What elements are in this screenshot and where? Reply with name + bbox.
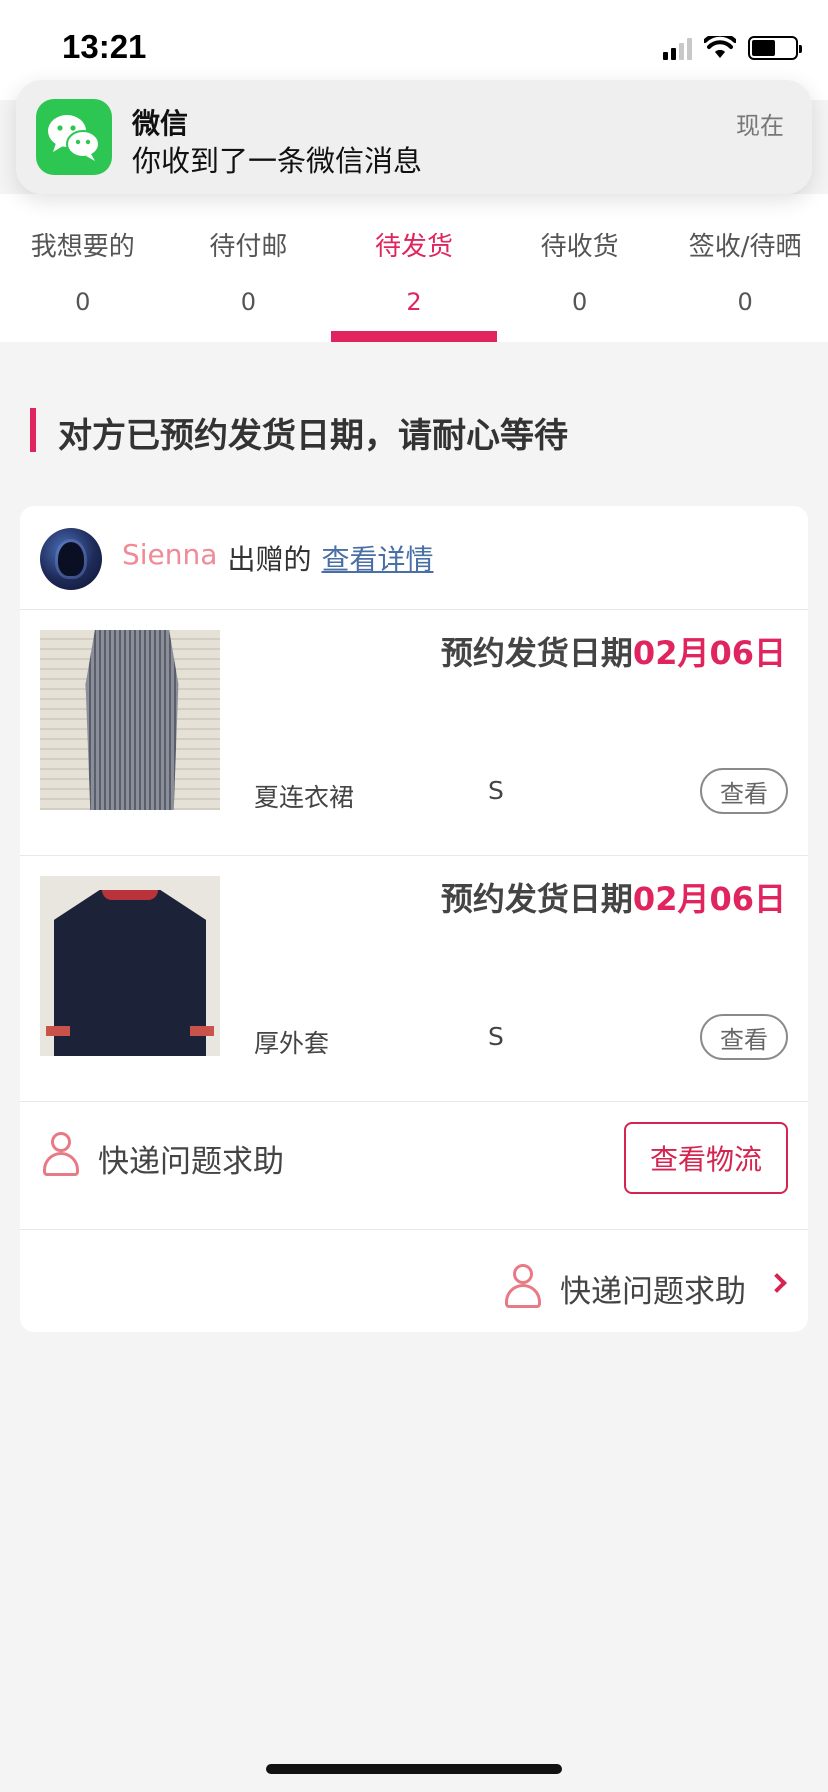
home-indicator bbox=[266, 1764, 562, 1774]
delivery-help-label[interactable]: 快递问题求助 bbox=[98, 1136, 284, 1181]
tab-received-review[interactable]: 签收/待晒 0 bbox=[662, 194, 828, 342]
notification-message: 你收到了一条微信消息 bbox=[132, 144, 423, 178]
view-details-link[interactable]: 查看详情 bbox=[321, 538, 433, 578]
tab-wanted[interactable]: 我想要的 0 bbox=[0, 194, 166, 342]
view-logistics-button[interactable]: 查看物流 bbox=[624, 1122, 788, 1194]
chevron-right-icon bbox=[767, 1273, 787, 1293]
item-thumbnail-jacket[interactable] bbox=[40, 876, 220, 1056]
avatar[interactable] bbox=[40, 528, 102, 590]
tab-pending-shipment[interactable]: 待发货 2 bbox=[331, 194, 497, 342]
giver-verb: 出赠的 bbox=[227, 543, 312, 576]
view-item-button[interactable]: 查看 bbox=[700, 1014, 788, 1060]
tab-label: 待付邮 bbox=[209, 232, 288, 262]
tab-pending-postage[interactable]: 待付邮 0 bbox=[166, 194, 332, 342]
tab-count: 0 bbox=[75, 288, 91, 316]
scheduled-ship-date: 预约发货日期02月06日 bbox=[441, 628, 786, 674]
item-name: 厚外套 bbox=[254, 1029, 330, 1058]
delivery-help-row: 快递问题求助 查看物流 bbox=[20, 1102, 808, 1230]
order-status-tabs: 我想要的 0 待付邮 0 待发货 2 待收货 0 签收/待晒 0 bbox=[0, 194, 828, 342]
item-size: S bbox=[488, 776, 504, 805]
tab-count: 0 bbox=[240, 288, 257, 316]
person-icon bbox=[42, 1132, 80, 1176]
delivery-help-footer-label: 快递问题求助 bbox=[560, 1274, 746, 1310]
battery-icon bbox=[748, 36, 802, 60]
ship-date-value: 02月06日 bbox=[632, 634, 786, 672]
order-card-header: Sienna 出赠的 查看详情 bbox=[20, 506, 808, 610]
order-item: 预约发货日期02月06日 厚外套 S 查看 bbox=[20, 856, 808, 1102]
section-accent-bar bbox=[30, 408, 36, 452]
ship-date-label: 预约发货日期 bbox=[440, 634, 633, 672]
notification-app-name: 微信 bbox=[132, 107, 189, 140]
cellular-signal-icon bbox=[663, 36, 692, 60]
person-icon bbox=[504, 1264, 542, 1308]
order-item: 预约发货日期02月06日 夏连衣裙 S 查看 bbox=[20, 610, 808, 856]
ship-date-label: 预约发货日期 bbox=[440, 880, 633, 918]
giver-line: Sienna 出赠的 查看详情 bbox=[122, 538, 433, 578]
wifi-icon bbox=[704, 36, 736, 58]
status-icons bbox=[663, 36, 802, 60]
wechat-icon bbox=[36, 99, 112, 175]
notification-banner[interactable]: 微信 你收到了一条微信消息 现在 bbox=[16, 80, 812, 194]
tab-label: 待收货 bbox=[540, 232, 619, 262]
ship-date-value: 02月06日 bbox=[632, 880, 786, 918]
tab-label: 待发货 bbox=[374, 232, 453, 262]
tab-count: 0 bbox=[737, 288, 753, 316]
giver-name[interactable]: Sienna bbox=[122, 538, 217, 578]
item-name: 夏连衣裙 bbox=[254, 783, 355, 812]
tab-count: 2 bbox=[406, 288, 422, 316]
delivery-help-footer[interactable]: 快递问题求助 bbox=[20, 1230, 808, 1332]
tab-pending-receipt[interactable]: 待收货 0 bbox=[497, 194, 663, 342]
item-thumbnail-dress[interactable] bbox=[40, 630, 220, 810]
order-card: Sienna 出赠的 查看详情 预约发货日期02月06日 夏连衣裙 S 查看 预… bbox=[20, 506, 808, 1332]
scheduled-ship-date: 预约发货日期02月06日 bbox=[441, 874, 786, 920]
tab-label: 我想要的 bbox=[30, 232, 135, 262]
status-time: 13:21 bbox=[62, 28, 147, 65]
tab-label: 签收/待晒 bbox=[688, 232, 802, 262]
notification-time: 现在 bbox=[736, 112, 784, 140]
item-size: S bbox=[488, 1022, 504, 1051]
view-item-button[interactable]: 查看 bbox=[700, 768, 788, 814]
section-title: 对方已预约发货日期，请耐心等待 bbox=[58, 416, 568, 456]
tab-count: 0 bbox=[571, 288, 588, 316]
